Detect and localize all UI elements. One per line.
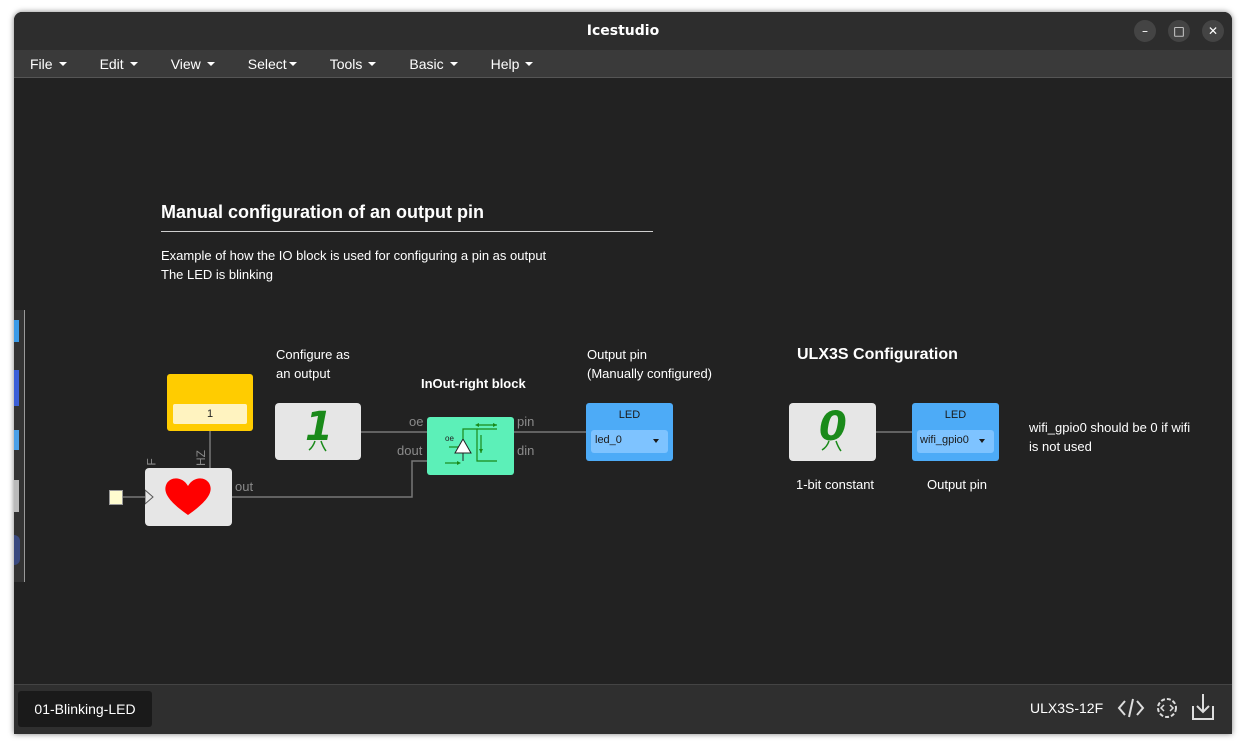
chevron-down-icon xyxy=(58,61,67,66)
board-name[interactable]: ULX3S-12F xyxy=(1030,700,1103,716)
constant-one-block[interactable]: 1 xyxy=(275,403,361,460)
constant-legs-icon xyxy=(308,440,327,452)
wifi-pin-select[interactable]: wifi_gpio0 xyxy=(917,430,994,453)
led-output-block-2[interactable]: LED wifi_gpio0 xyxy=(912,403,999,461)
input-port[interactable] xyxy=(109,490,123,505)
led-output-block-1[interactable]: LED led_0 xyxy=(586,403,673,461)
menu-view[interactable]: View xyxy=(171,56,215,72)
menu-file[interactable]: File xyxy=(30,56,67,72)
code-icon[interactable] xyxy=(1117,696,1145,720)
menu-help[interactable]: Help xyxy=(491,56,534,72)
led-block-title: LED xyxy=(618,409,641,421)
inout-buffer-icon xyxy=(445,423,497,465)
chevron-down-icon xyxy=(525,61,534,66)
inout-right-block[interactable]: oe xyxy=(427,417,514,475)
heart-icon xyxy=(144,478,211,515)
download-icon[interactable] xyxy=(1190,692,1216,722)
bottom-bar: 01-Blinking-LED ULX3S-12F xyxy=(14,684,1232,734)
port-label-hz: HZ xyxy=(194,450,208,466)
maximize-icon[interactable]: □ xyxy=(1168,20,1190,42)
led-pin-select-value: led_0 xyxy=(595,434,622,446)
port-label-oe: oe xyxy=(409,414,424,429)
led-block-title: LED xyxy=(944,409,967,421)
wifi-pin-select-value: wifi_gpio0 xyxy=(920,434,969,446)
chevron-down-icon xyxy=(206,61,215,66)
app-window: Icestudio – □ ✕ File Edit View Select To… xyxy=(14,12,1232,734)
inout-oe-text: oe xyxy=(445,434,454,443)
chevron-down-icon xyxy=(129,61,138,66)
blink-block[interactable] xyxy=(144,468,232,526)
parameter-value[interactable]: 1 xyxy=(173,404,247,424)
chevron-down-icon xyxy=(979,439,985,443)
chevron-down-icon xyxy=(368,61,377,66)
port-label-din: din xyxy=(517,443,535,458)
port-label-f: F xyxy=(144,458,159,466)
constant-zero-block[interactable]: 0 xyxy=(789,403,876,461)
chevron-down-icon xyxy=(288,61,297,66)
chevron-down-icon xyxy=(653,439,659,443)
close-icon[interactable]: ✕ xyxy=(1202,20,1224,42)
menu-basic[interactable]: Basic xyxy=(409,56,458,72)
port-label-pin: pin xyxy=(517,414,535,429)
window-title: Icestudio xyxy=(586,23,660,39)
chevron-down-icon xyxy=(449,61,458,66)
project-tab[interactable]: 01-Blinking-LED xyxy=(18,691,152,727)
design-canvas[interactable]: Manual configuration of an output pin Ex… xyxy=(14,78,1232,684)
menu-select[interactable]: Select xyxy=(248,56,297,72)
port-label-out: out xyxy=(235,479,254,494)
led-pin-select[interactable]: led_0 xyxy=(591,430,668,453)
menu-bar: File Edit View Select Tools Basic Help xyxy=(14,50,1232,78)
port-label-dout: dout xyxy=(397,443,423,458)
menu-tools[interactable]: Tools xyxy=(330,56,377,72)
title-bar: Icestudio – □ ✕ xyxy=(14,12,1232,50)
parameter-block[interactable]: 1 xyxy=(167,374,253,431)
constant-legs-icon xyxy=(821,440,842,452)
settings-code-icon[interactable] xyxy=(1153,694,1181,722)
wire xyxy=(232,460,427,498)
minimize-icon[interactable]: – xyxy=(1134,20,1156,42)
menu-edit[interactable]: Edit xyxy=(100,56,138,72)
